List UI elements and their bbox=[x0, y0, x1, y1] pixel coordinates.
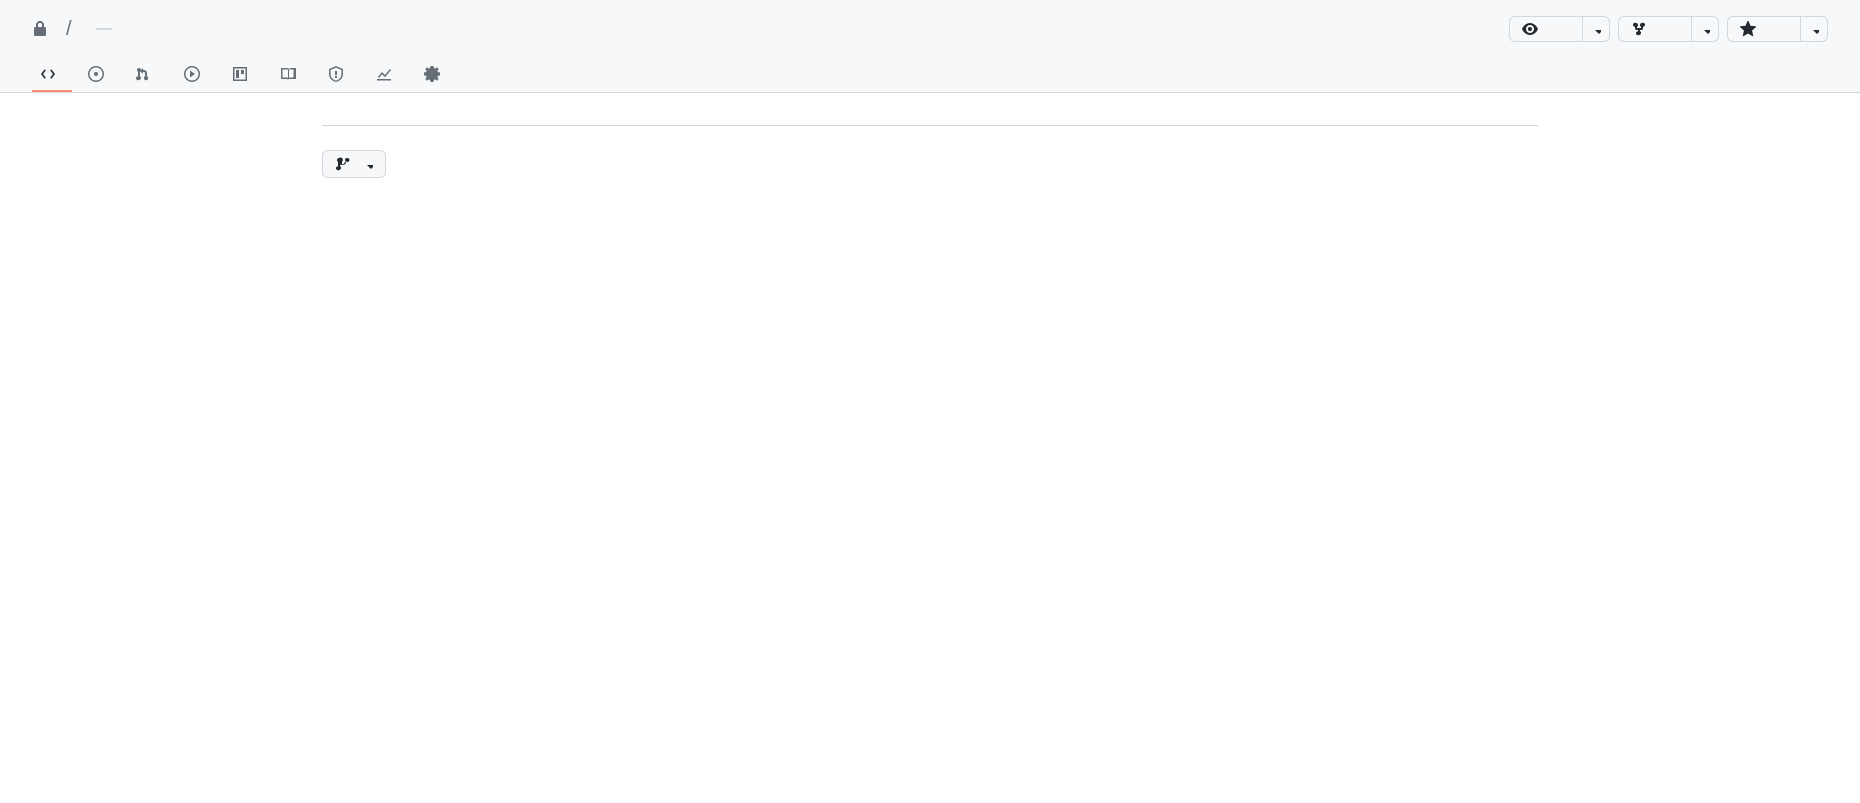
tab-security[interactable] bbox=[320, 58, 360, 92]
star-menu-button[interactable] bbox=[1800, 16, 1828, 42]
shield-icon bbox=[328, 66, 344, 82]
chevron-down-icon bbox=[1809, 24, 1819, 34]
tab-insights[interactable] bbox=[368, 58, 408, 92]
issue-icon bbox=[88, 66, 104, 82]
chevron-down-icon bbox=[1591, 24, 1601, 34]
gear-icon bbox=[424, 66, 440, 82]
star-icon bbox=[1740, 21, 1756, 37]
fork-button[interactable] bbox=[1618, 16, 1692, 42]
main-content bbox=[290, 93, 1570, 218]
tab-pull-requests[interactable] bbox=[128, 58, 168, 92]
unwatch-button[interactable] bbox=[1509, 16, 1583, 42]
repo-header: / bbox=[0, 0, 1860, 93]
branch-icon bbox=[335, 156, 351, 172]
project-icon bbox=[232, 66, 248, 82]
eye-icon bbox=[1522, 21, 1538, 37]
graph-icon bbox=[376, 66, 392, 82]
code-icon bbox=[40, 66, 56, 82]
branch-select-button[interactable] bbox=[322, 150, 386, 178]
tab-actions[interactable] bbox=[176, 58, 216, 92]
fork-icon bbox=[1631, 21, 1647, 37]
tab-projects[interactable] bbox=[224, 58, 264, 92]
unwatch-menu-button[interactable] bbox=[1582, 16, 1610, 42]
page-title bbox=[322, 117, 1538, 126]
repo-title: / bbox=[32, 18, 112, 41]
lock-icon bbox=[32, 21, 48, 37]
tab-code[interactable] bbox=[32, 58, 72, 92]
tab-wiki[interactable] bbox=[272, 58, 312, 92]
book-icon bbox=[280, 66, 296, 82]
star-button[interactable] bbox=[1727, 16, 1801, 42]
chevron-down-icon bbox=[363, 159, 373, 169]
tab-settings[interactable] bbox=[416, 58, 456, 92]
pull-request-icon bbox=[136, 66, 152, 82]
chevron-down-icon bbox=[1700, 24, 1710, 34]
repo-nav bbox=[32, 58, 1828, 92]
tab-issues[interactable] bbox=[80, 58, 120, 92]
visibility-badge bbox=[96, 28, 112, 30]
path-separator: / bbox=[66, 18, 72, 41]
fork-menu-button[interactable] bbox=[1691, 16, 1719, 42]
play-icon bbox=[184, 66, 200, 82]
repo-actions bbox=[1509, 16, 1828, 42]
